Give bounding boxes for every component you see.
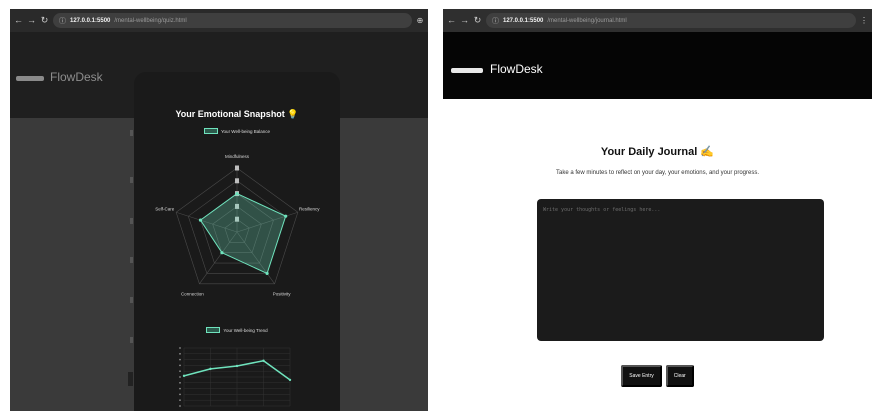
radar-tick-label — [235, 165, 239, 171]
address-bar[interactable]: ⓘ 127.0.0.1:5500/mental-wellbeing/quiz.h… — [53, 13, 412, 28]
background-button — [128, 372, 133, 386]
url-host: 127.0.0.1:5500 — [503, 17, 544, 24]
legend-swatch — [206, 327, 221, 333]
radar-series-area — [199, 193, 287, 275]
radar-data-point — [284, 214, 288, 218]
radar-axis-label: Resiliency — [299, 207, 320, 212]
y-tick-label — [179, 364, 181, 367]
y-tick-label — [179, 347, 181, 349]
logo-icon — [16, 76, 44, 81]
background-fragment — [130, 130, 133, 136]
site-header: FlowDesk — [443, 32, 872, 99]
y-tick-label — [179, 405, 181, 407]
radar-tick-label — [235, 178, 239, 184]
y-tick-label — [179, 387, 181, 390]
line-data-point — [288, 378, 292, 382]
journal-textarea[interactable] — [537, 199, 824, 341]
url-path: /mental-wellbeing/quiz.html — [114, 17, 187, 24]
y-tick-label — [179, 399, 181, 401]
line-chart: Quiz 1Quiz 2Quiz 3Quiz 4Quiz — [179, 347, 292, 407]
journal-window: ← → ↻ ⓘ 127.0.0.1:5500/mental-wellbeing/… — [443, 9, 872, 411]
browser-toolbar: ← → ↻ ⓘ 127.0.0.1:5500/mental-wellbeing/… — [443, 9, 872, 32]
journal-actions: Save Entry Clear — [443, 365, 872, 387]
url-path: /mental-wellbeing/journal.html — [547, 17, 627, 24]
radar-axis-label: Connection — [181, 291, 204, 296]
radar-axis-label: Positivity — [273, 291, 292, 296]
y-tick-label — [179, 370, 181, 372]
background-fragment — [130, 257, 133, 263]
line-data-point — [262, 359, 265, 362]
info-icon[interactable]: ⓘ — [492, 16, 499, 26]
url-host: 127.0.0.1:5500 — [70, 17, 111, 24]
quiz-window: ← → ↻ ⓘ 127.0.0.1:5500/mental-wellbeing/… — [10, 9, 428, 411]
reload-icon[interactable]: ↻ — [40, 16, 49, 25]
y-tick-label — [179, 376, 181, 378]
background-fragment — [130, 337, 133, 343]
extensions-icon[interactable]: ⊕ — [416, 16, 424, 25]
brand-name: FlowDesk — [50, 70, 103, 84]
back-icon[interactable]: ← — [447, 16, 456, 25]
radar-axis-label: Self-Care — [155, 207, 175, 212]
background-fragment — [130, 218, 133, 224]
background-fragment — [130, 177, 133, 183]
logo-icon — [451, 68, 483, 73]
background-fragment — [130, 297, 133, 303]
y-tick-label — [179, 358, 181, 361]
brand-name: FlowDesk — [490, 62, 543, 76]
journal-subtitle: Take a few minutes to reflect on your da… — [556, 170, 759, 176]
browser-toolbar: ← → ↻ ⓘ 127.0.0.1:5500/mental-wellbeing/… — [10, 9, 428, 32]
line-data-point — [235, 364, 239, 368]
page-content: FlowDesk Your Emotional Snapshot 💡 Your … — [10, 32, 428, 411]
emotional-snapshot-modal: Your Emotional Snapshot 💡 Your Well-bein… — [134, 72, 340, 411]
modal-title: Your Emotional Snapshot 💡 — [175, 109, 299, 119]
radar-axis-label: Mindfulness — [225, 154, 250, 159]
reload-icon[interactable]: ↻ — [473, 16, 482, 25]
clear-button[interactable]: Clear — [665, 365, 694, 387]
save-entry-button[interactable]: Save Entry — [621, 365, 662, 387]
radar-data-point — [198, 218, 203, 222]
line-legend-label: Your Well-being Trend — [223, 327, 268, 333]
info-icon[interactable]: ⓘ — [59, 16, 66, 26]
y-tick-label — [179, 382, 181, 384]
line-data-point — [182, 374, 186, 378]
forward-icon[interactable]: → — [460, 16, 469, 25]
journal-title: Your Daily Journal ✍ — [600, 146, 715, 158]
line-legend[interactable]: Your Well-being Trend — [134, 327, 340, 333]
back-icon[interactable]: ← — [14, 16, 23, 25]
radar-data-point — [265, 271, 269, 276]
radar-chart: Mindfulness Resiliency Positivity Connectio… — [155, 154, 320, 296]
y-tick-label — [179, 353, 181, 355]
menu-icon[interactable]: ⋮ — [860, 16, 868, 25]
line-data-point — [209, 367, 212, 371]
y-tick-label — [179, 393, 181, 396]
address-bar[interactable]: ⓘ 127.0.0.1:5500/mental-wellbeing/journa… — [486, 13, 856, 28]
radar-data-point — [220, 251, 224, 255]
radar-data-point — [235, 192, 239, 196]
forward-icon[interactable]: → — [27, 16, 36, 25]
